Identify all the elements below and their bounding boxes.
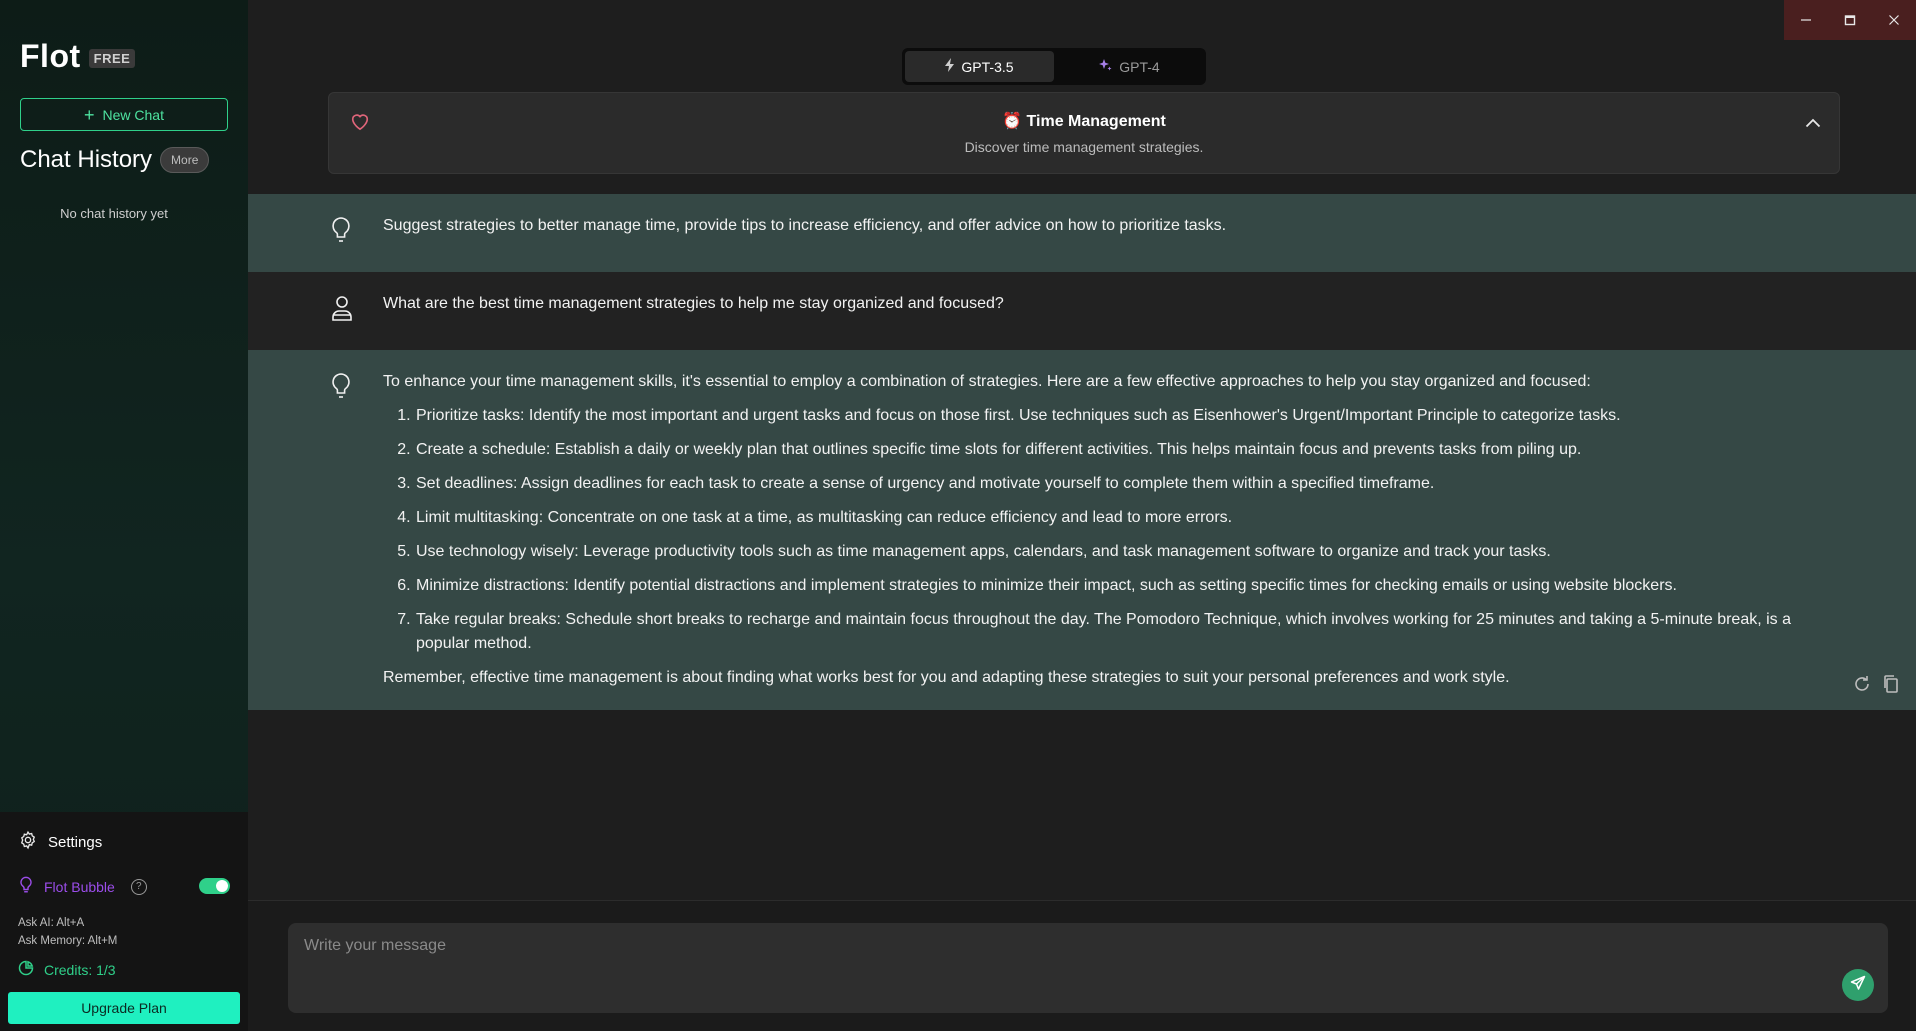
chevron-up-icon[interactable]: [1805, 115, 1821, 133]
answer-list: Prioritize tasks: Identify the most impo…: [383, 404, 1796, 656]
pie-chart-icon: [18, 960, 34, 979]
lightbulb-icon: [330, 372, 352, 405]
regenerate-icon[interactable]: [1852, 674, 1872, 694]
user-message-text: What are the best time management strate…: [383, 295, 1004, 312]
shortcut-ask-ai: Ask AI: Alt+A: [18, 917, 85, 929]
lightbulb-icon: [18, 876, 34, 897]
flot-bubble-label: Flot Bubble: [44, 878, 115, 895]
chat-history-title: Chat History: [20, 146, 153, 173]
send-button[interactable]: [1842, 969, 1874, 1001]
assistant-message: To enhance your time management skills, …: [248, 350, 1916, 710]
list-item: Create a schedule: Establish a daily or …: [415, 438, 1796, 462]
gear-icon: [18, 830, 38, 854]
message-actions: [1852, 674, 1900, 694]
list-item: Set deadlines: Assign deadlines for each…: [415, 472, 1796, 496]
window-controls: [1784, 0, 1916, 40]
maximize-icon[interactable]: [1828, 0, 1872, 40]
send-icon: [1850, 975, 1866, 996]
more-button[interactable]: More: [160, 147, 210, 173]
model-label: GPT-4: [1119, 58, 1160, 75]
user-message: What are the best time management strate…: [248, 272, 1916, 350]
composer: [248, 900, 1916, 1031]
sidebar-footer: Settings Flot Bubble ? Ask AI: Alt+A Ask…: [0, 812, 248, 1031]
sidebar: Flot FREE + New Chat Chat History More N…: [0, 0, 248, 1031]
system-prompt-message: Suggest strategies to better manage time…: [248, 194, 1916, 272]
minimize-icon[interactable]: [1784, 0, 1828, 40]
plan-badge: FREE: [88, 49, 136, 68]
model-switcher: GPT-3.5 GPT-4: [902, 48, 1206, 85]
prompt-title-text: Time Management: [1026, 113, 1166, 130]
settings-button[interactable]: Settings: [18, 830, 102, 854]
lightbulb-icon: [330, 216, 352, 249]
shortcut-ask-memory: Ask Memory: Alt+M: [18, 935, 118, 947]
new-chat-label: New Chat: [102, 106, 164, 123]
copy-icon[interactable]: [1882, 674, 1900, 694]
credits-label: Credits: 1/3: [44, 961, 116, 978]
prompt-card-subtitle: Discover time management strategies.: [964, 139, 1204, 155]
app-logo-text: Flot: [20, 38, 81, 74]
help-icon[interactable]: ?: [130, 878, 147, 895]
bolt-icon: [945, 58, 955, 75]
prompt-card: ⏰ Time Management Discover time manageme…: [328, 92, 1840, 174]
upgrade-plan-button[interactable]: Upgrade Plan: [8, 992, 240, 1024]
credits-row: Credits: 1/3: [18, 960, 116, 979]
model-label: GPT-3.5: [961, 58, 1014, 75]
plus-icon: +: [84, 104, 95, 125]
flot-bubble-row: Flot Bubble ?: [18, 876, 147, 897]
settings-label: Settings: [48, 833, 103, 851]
new-chat-button[interactable]: + New Chat: [20, 98, 228, 131]
list-item: Minimize distractions: Identify potentia…: [415, 574, 1796, 598]
answer-intro: To enhance your time management skills, …: [383, 373, 1591, 390]
system-prompt-text: Suggest strategies to better manage time…: [383, 217, 1227, 234]
list-item: Limit multitasking: Concentrate on one t…: [415, 506, 1796, 530]
list-item: Prioritize tasks: Identify the most impo…: [415, 404, 1796, 428]
assistant-message-text: To enhance your time management skills, …: [383, 370, 1796, 700]
list-item: Use technology wisely: Leverage producti…: [415, 540, 1796, 564]
brand: Flot FREE: [20, 38, 136, 75]
chat-history-header: Chat History More: [20, 146, 210, 174]
model-option-gpt35[interactable]: GPT-3.5: [905, 51, 1054, 82]
user-icon: [330, 294, 354, 327]
flot-bubble-toggle[interactable]: [199, 878, 230, 894]
prompt-card-title: ⏰ Time Management: [329, 111, 1839, 131]
empty-history-text: No chat history yet: [60, 206, 168, 221]
list-item: Take regular breaks: Schedule short brea…: [415, 608, 1796, 656]
message-input[interactable]: [288, 923, 1888, 1013]
model-option-gpt4[interactable]: GPT-4: [1054, 51, 1203, 82]
sparkle-icon: [1097, 57, 1113, 76]
alarm-clock-icon: ⏰: [1002, 113, 1023, 130]
shortcuts: Ask AI: Alt+A Ask Memory: Alt+M: [18, 914, 117, 950]
answer-outro: Remember, effective time management is a…: [383, 669, 1510, 686]
close-icon[interactable]: [1872, 0, 1916, 40]
